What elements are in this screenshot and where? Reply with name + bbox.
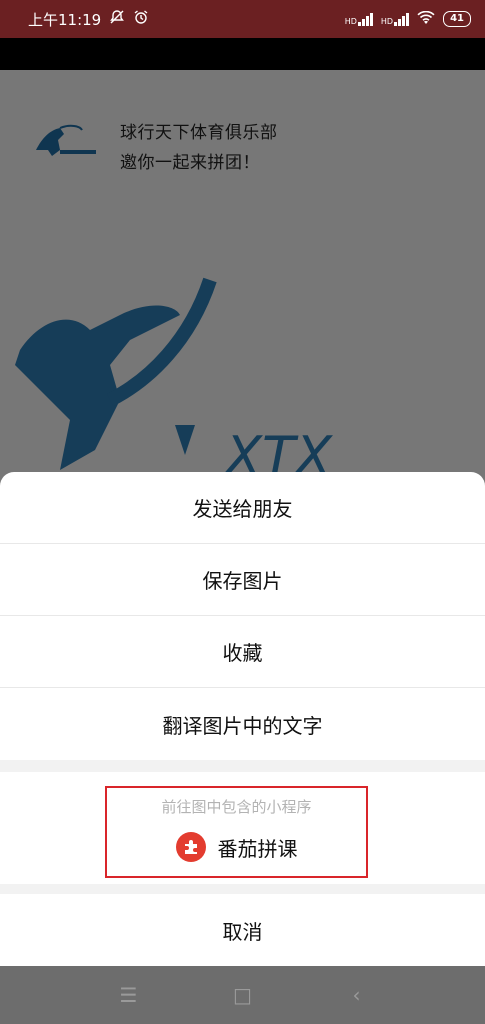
invite-line-2: 邀你一起来拼团！ [120, 153, 260, 173]
wifi-icon [417, 10, 435, 28]
send-to-friend-option[interactable]: 发送给朋友 [0, 472, 485, 544]
send-to-friend-label: 发送给朋友 [192, 497, 293, 521]
status-bar: 上午11:19 HD HD 41 [0, 0, 485, 38]
save-image-label: 保存图片 [202, 569, 283, 593]
signal-icon-2: HD [381, 12, 410, 26]
translate-text-option[interactable]: 翻译图片中的文字 [0, 688, 485, 760]
translate-text-label: 翻译图片中的文字 [162, 713, 323, 738]
section-divider [0, 760, 485, 772]
cancel-label: 取消 [222, 919, 263, 944]
action-sheet: 发送给朋友 保存图片 收藏 翻译图片中的文字 前往图中包含的小程序 番茄拼课 取… [0, 472, 485, 966]
mini-program-box[interactable]: 前往图中包含的小程序 番茄拼课 [105, 786, 368, 878]
poster-image: 球行天下体育俱乐部 邀你一起来拼团！ XTX [0, 70, 485, 490]
favorite-label: 收藏 [222, 641, 263, 665]
system-nav-bar: ☰ □ ‹ [0, 966, 485, 1024]
section-divider-2 [0, 884, 485, 894]
save-image-option[interactable]: 保存图片 [0, 544, 485, 616]
favorite-option[interactable]: 收藏 [0, 616, 485, 688]
tomato-app-icon [175, 832, 206, 862]
mini-program-entry[interactable]: 番茄拼课 [107, 832, 366, 862]
mute-icon [109, 9, 125, 29]
alarm-icon [133, 9, 149, 29]
club-logo [36, 124, 96, 156]
title-bar [0, 38, 485, 70]
back-icon[interactable]: ‹ [345, 983, 369, 1007]
home-icon[interactable]: □ [231, 983, 255, 1007]
cancel-button[interactable]: 取消 [0, 894, 485, 966]
mini-program-title: 前往图中包含的小程序 [161, 798, 312, 816]
mini-program-name: 番茄拼课 [217, 836, 298, 861]
signal-icon-1: HD [345, 12, 373, 26]
battery-indicator: 41 [443, 11, 471, 27]
menu-icon[interactable]: ☰ [117, 983, 141, 1007]
badminton-player-graphic: XTX [15, 277, 333, 488]
status-time: 上午11:19 [28, 10, 102, 29]
invite-line-1: 球行天下体育俱乐部 [120, 123, 278, 143]
